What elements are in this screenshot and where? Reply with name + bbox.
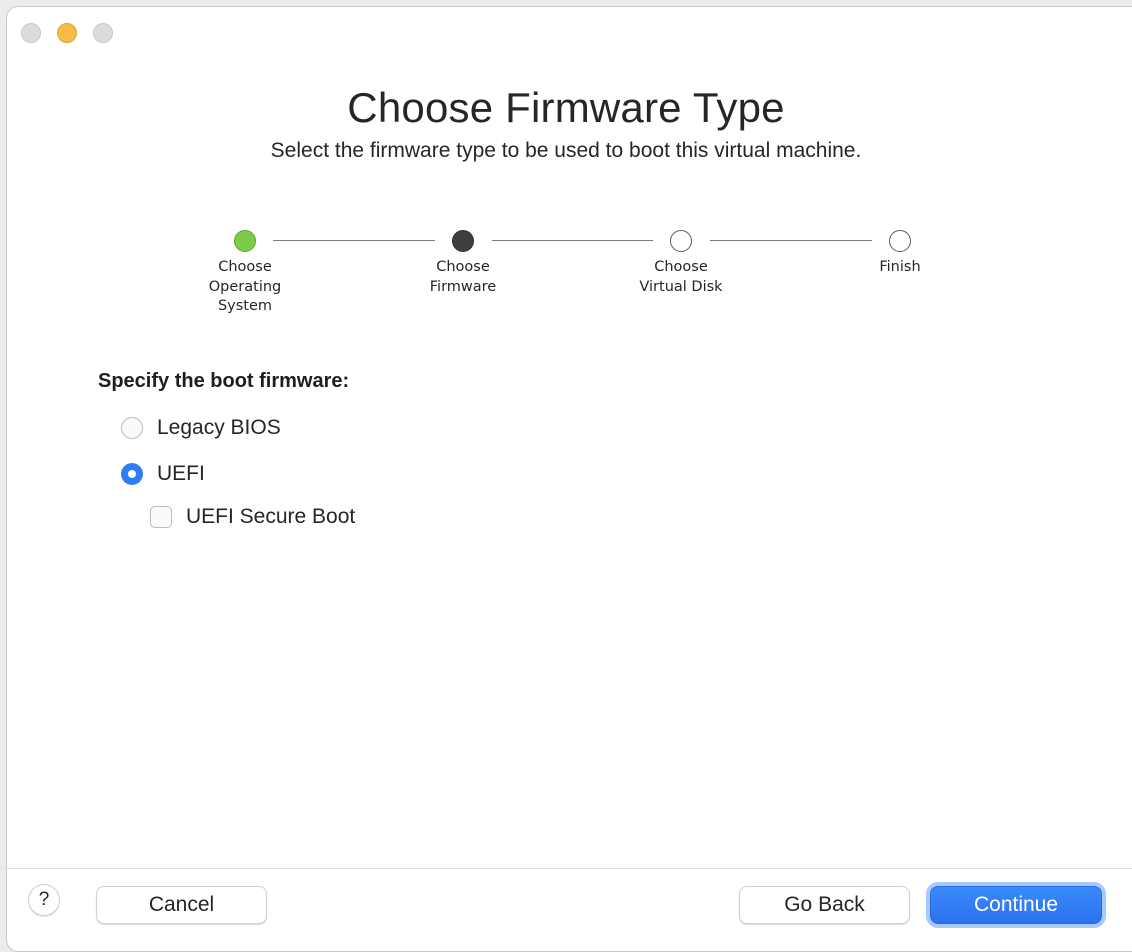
step-3-dot [670,230,692,252]
step-4-label: Finish [820,258,980,278]
legacy-bios-radio[interactable] [121,417,143,439]
uefi-label[interactable]: UEFI [157,462,205,486]
step-4-label-line-1: Finish [879,259,921,275]
help-button[interactable]: ? [28,884,60,916]
step-1-label-line-2: Operating [208,278,282,295]
footer-divider [0,868,1132,869]
help-icon: ? [38,889,50,910]
step-3-label-line-1: Choose [654,259,708,275]
uefi-secure-boot-label[interactable]: UEFI Secure Boot [186,505,355,529]
boot-firmware-heading: Specify the boot firmware: [98,370,350,392]
continue-button[interactable]: Continue [930,886,1102,924]
uefi-secure-boot-checkbox[interactable] [150,506,172,528]
step-3-label-line-2: Virtual Disk [639,278,723,295]
step-3-label: Choose Virtual Disk [601,258,761,297]
step-1-label: Choose Operating System [165,258,325,317]
step-connector [710,240,872,241]
step-connector [273,240,435,241]
step-4-dot [889,230,911,252]
step-2-label-line-2: Firmware [429,278,497,295]
step-2-label-line-1: Choose [436,259,490,275]
step-2-dot [452,230,474,252]
step-1-label-line-3: System [217,298,273,314]
wizard-stepper: Choose Operating System Choose Firmware … [0,0,1132,340]
legacy-bios-label[interactable]: Legacy BIOS [157,416,281,440]
legacy-bios-option[interactable]: Legacy BIOS [121,416,281,440]
step-1-label-line-1: Choose [218,259,272,275]
uefi-option[interactable]: UEFI [121,462,205,486]
step-1-dot [234,230,256,252]
uefi-radio[interactable] [121,463,143,485]
step-2-label: Choose Firmware [383,258,543,297]
cancel-button[interactable]: Cancel [96,886,267,924]
uefi-secure-boot-option[interactable]: UEFI Secure Boot [150,505,355,529]
go-back-button[interactable]: Go Back [739,886,910,924]
step-connector [492,240,653,241]
